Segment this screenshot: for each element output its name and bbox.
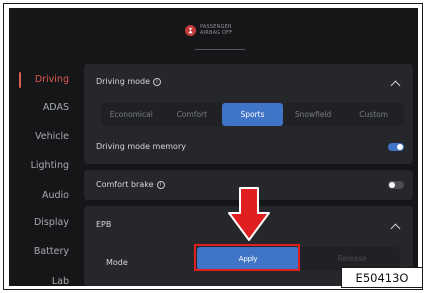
- mode-option-custom[interactable]: Custom: [343, 103, 404, 126]
- mode-option-snowfield[interactable]: Snowfield: [283, 103, 344, 126]
- comfort-brake-label: Comfort brake: [96, 180, 154, 189]
- driving-mode-title: Driving mode: [96, 77, 151, 86]
- figure-frame: PASSENGER AIRBAG OFF Driving ADAS Vehicl…: [3, 3, 423, 290]
- sidebar-item-audio[interactable]: Audio: [42, 190, 69, 201]
- sidebar-item-lighting[interactable]: Lighting: [31, 160, 69, 171]
- airbag-label-line2: AIRBAG OFF: [200, 30, 233, 36]
- driving-mode-header: Driving mode i: [96, 77, 162, 86]
- status-bar: PASSENGER AIRBAG OFF: [9, 8, 418, 60]
- active-nav-indicator: [19, 72, 21, 88]
- mode-option-economical[interactable]: Economical: [101, 103, 162, 126]
- driving-mode-memory-toggle[interactable]: [388, 143, 404, 151]
- figure-code-label: E50413O: [341, 267, 422, 288]
- mode-option-comfort[interactable]: Comfort: [162, 103, 223, 126]
- driving-mode-memory-label: Driving mode memory: [96, 142, 186, 151]
- chevron-up-icon[interactable]: [390, 223, 401, 234]
- airbag-icon: [185, 24, 196, 36]
- toggle-knob: [389, 182, 395, 188]
- sidebar-item-driving[interactable]: Driving: [35, 74, 69, 85]
- airbag-label: PASSENGER AIRBAG OFF: [200, 24, 232, 36]
- epb-title: EPB: [96, 220, 112, 229]
- airbag-indicator: PASSENGER AIRBAG OFF: [185, 24, 232, 36]
- sidebar-item-display[interactable]: Display: [34, 217, 69, 228]
- driving-mode-info-icon[interactable]: i: [153, 77, 162, 86]
- sidebar-item-adas[interactable]: ADAS: [43, 102, 69, 113]
- sidebar-item-vehicle[interactable]: Vehicle: [35, 131, 69, 142]
- comfort-brake-row: Comfort brake i: [96, 180, 165, 189]
- driving-mode-selector: Economical Comfort Sports Snowfield Cust…: [101, 103, 404, 126]
- sidebar: Driving ADAS Vehicle Lighting Audio Disp…: [9, 60, 77, 286]
- header-divider: [195, 49, 245, 50]
- sidebar-item-battery[interactable]: Battery: [34, 246, 69, 257]
- chevron-up-icon[interactable]: [390, 80, 401, 91]
- apply-highlight-box: [194, 244, 300, 271]
- toggle-knob: [397, 144, 403, 150]
- sidebar-item-lab[interactable]: Lab: [52, 276, 69, 286]
- epb-mode-label: Mode: [106, 258, 128, 267]
- comfort-brake-info-icon[interactable]: i: [156, 180, 165, 189]
- comfort-brake-toggle[interactable]: [388, 181, 404, 189]
- mode-option-sports[interactable]: Sports: [222, 103, 283, 126]
- pointer-arrow-icon: [228, 187, 270, 241]
